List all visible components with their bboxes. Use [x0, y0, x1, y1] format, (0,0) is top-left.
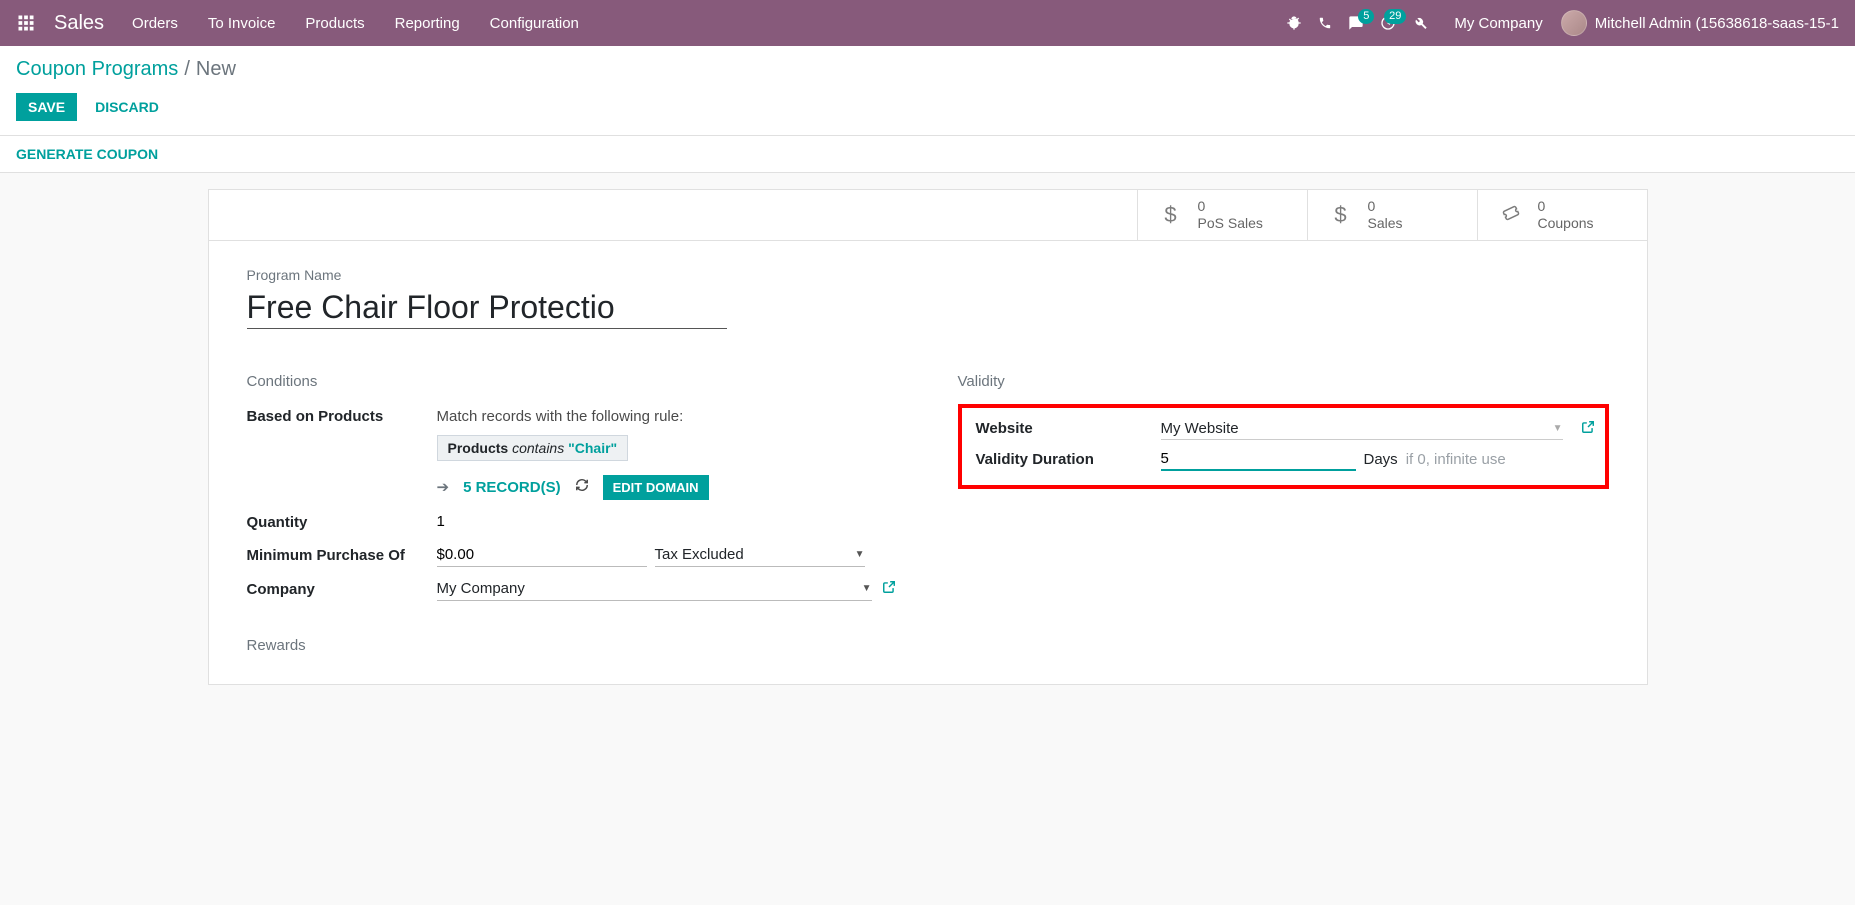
stat-coupons-label: Coupons: [1538, 215, 1594, 232]
conditions-col: Conditions Based on Products Match recor…: [247, 373, 898, 601]
nav-to-invoice[interactable]: To Invoice: [208, 15, 276, 32]
nav-products[interactable]: Products: [305, 15, 364, 32]
edit-domain-button[interactable]: EDIT DOMAIN: [603, 475, 709, 500]
external-link-icon[interactable]: [1581, 420, 1595, 438]
company-label: Company: [247, 577, 437, 598]
min-purchase-label: Minimum Purchase Of: [247, 543, 437, 564]
stat-buttons: $ 0 PoS Sales $ 0 Sales 0 Coup: [209, 190, 1647, 241]
quantity-input[interactable]: [437, 510, 647, 533]
tools-icon[interactable]: [1412, 15, 1428, 31]
ticket-icon: [1498, 202, 1524, 228]
min-purchase-input[interactable]: [437, 543, 647, 567]
conditions-title: Conditions: [247, 373, 898, 390]
stat-pos-val: 0: [1198, 198, 1263, 215]
validity-col: Validity Website My Website ▼: [958, 373, 1609, 601]
domain-tag: Products contains "Chair": [437, 435, 629, 461]
arrow-right-icon: ➔: [437, 478, 450, 496]
tax-mode-select[interactable]: Tax Excluded ▼: [655, 543, 865, 567]
company-switcher[interactable]: My Company: [1454, 15, 1542, 32]
nav-orders[interactable]: Orders: [132, 15, 178, 32]
stat-coupons[interactable]: 0 Coupons: [1477, 190, 1647, 240]
avatar[interactable]: [1561, 10, 1587, 36]
messages-icon[interactable]: 5: [1348, 15, 1364, 31]
days-unit: Days: [1364, 451, 1398, 468]
validity-duration-input[interactable]: [1161, 448, 1356, 471]
refresh-icon[interactable]: [575, 478, 589, 496]
bug-icon[interactable]: [1286, 15, 1302, 31]
chevron-down-icon: ▼: [1553, 423, 1563, 434]
validity-hint: if 0, infinite use: [1406, 451, 1506, 468]
apps-icon[interactable]: [16, 13, 36, 33]
program-name-label: Program Name: [247, 267, 1609, 283]
activities-badge: 29: [1384, 9, 1406, 24]
program-name-input[interactable]: [247, 287, 727, 329]
discard-button[interactable]: DISCARD: [95, 99, 159, 115]
stat-sales[interactable]: $ 0 Sales: [1307, 190, 1477, 240]
nav-configuration[interactable]: Configuration: [490, 15, 579, 32]
messages-badge: 5: [1358, 9, 1374, 24]
stat-sales-val: 0: [1368, 198, 1403, 215]
tax-mode-value: Tax Excluded: [655, 546, 744, 563]
validity-duration-label: Validity Duration: [976, 451, 1161, 468]
based-on-label: Based on Products: [247, 404, 437, 425]
breadcrumb-current: New: [196, 58, 236, 81]
external-link-icon[interactable]: [882, 580, 896, 598]
website-label: Website: [976, 420, 1161, 437]
app-brand[interactable]: Sales: [54, 12, 104, 35]
form-sheet: $ 0 PoS Sales $ 0 Sales 0 Coup: [208, 189, 1648, 685]
stat-coupons-val: 0: [1538, 198, 1594, 215]
stat-sales-label: Sales: [1368, 215, 1403, 232]
save-button[interactable]: SAVE: [16, 93, 77, 121]
domain-op: contains: [512, 440, 564, 456]
chevron-down-icon: ▼: [855, 549, 865, 560]
stat-pos-sales[interactable]: $ 0 PoS Sales: [1137, 190, 1307, 240]
dollar-icon: $: [1158, 202, 1184, 228]
header-area: Coupon Programs / New SAVE DISCARD: [0, 46, 1855, 135]
chevron-down-icon: ▼: [862, 583, 872, 594]
company-select[interactable]: My Company ▼: [437, 577, 872, 601]
nav-reporting[interactable]: Reporting: [395, 15, 460, 32]
user-menu[interactable]: Mitchell Admin (15638618-saas-15-1: [1595, 15, 1839, 32]
website-value: My Website: [1161, 420, 1239, 437]
domain-value: "Chair": [568, 440, 617, 456]
stat-pos-label: PoS Sales: [1198, 215, 1263, 232]
breadcrumb-sep: /: [184, 58, 190, 81]
form-actions: SAVE DISCARD: [16, 93, 1839, 135]
top-navbar: Sales Orders To Invoice Products Reporti…: [0, 0, 1855, 46]
generate-coupon-button[interactable]: GENERATE COUPON: [16, 146, 158, 162]
website-select[interactable]: My Website ▼: [1161, 418, 1563, 440]
activities-icon[interactable]: 29: [1380, 15, 1396, 31]
validity-highlight-box: Website My Website ▼: [958, 404, 1609, 489]
domain-field: Products: [448, 440, 509, 456]
company-value: My Company: [437, 580, 525, 597]
domain-desc: Match records with the following rule:: [437, 404, 898, 425]
rewards-title: Rewards: [247, 637, 1647, 654]
record-count[interactable]: 5 RECORD(S): [463, 479, 561, 496]
validity-title: Validity: [958, 373, 1609, 390]
dollar-icon: $: [1328, 202, 1354, 228]
phone-icon[interactable]: [1318, 16, 1332, 30]
statusbar: GENERATE COUPON: [0, 136, 1855, 172]
breadcrumb-root[interactable]: Coupon Programs: [16, 58, 178, 81]
quantity-label: Quantity: [247, 510, 437, 531]
breadcrumb: Coupon Programs / New: [16, 58, 1839, 81]
